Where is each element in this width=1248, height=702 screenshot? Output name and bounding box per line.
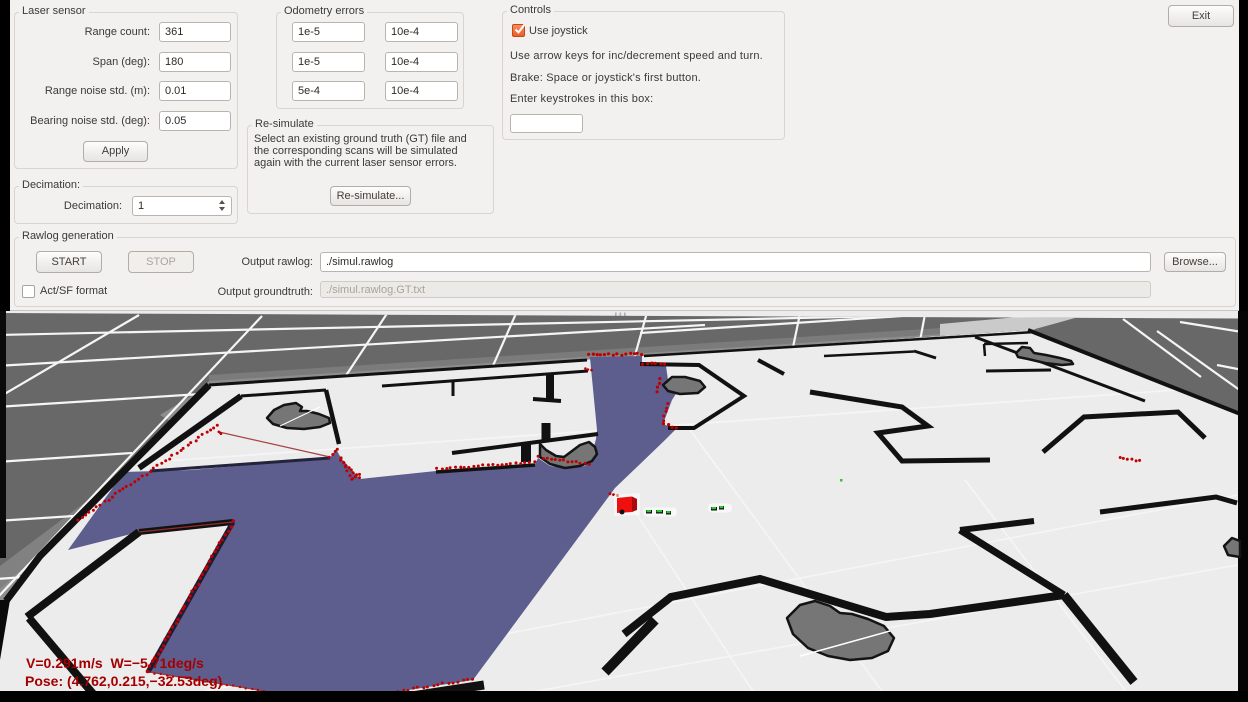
svg-text:V=0.291m/s W=−5.71deg/s: V=0.291m/s W=−5.71deg/s (26, 655, 204, 671)
svg-text:Pose: (4.762,0.215,−32.53deg): Pose: (4.762,0.215,−32.53deg) (25, 673, 222, 689)
